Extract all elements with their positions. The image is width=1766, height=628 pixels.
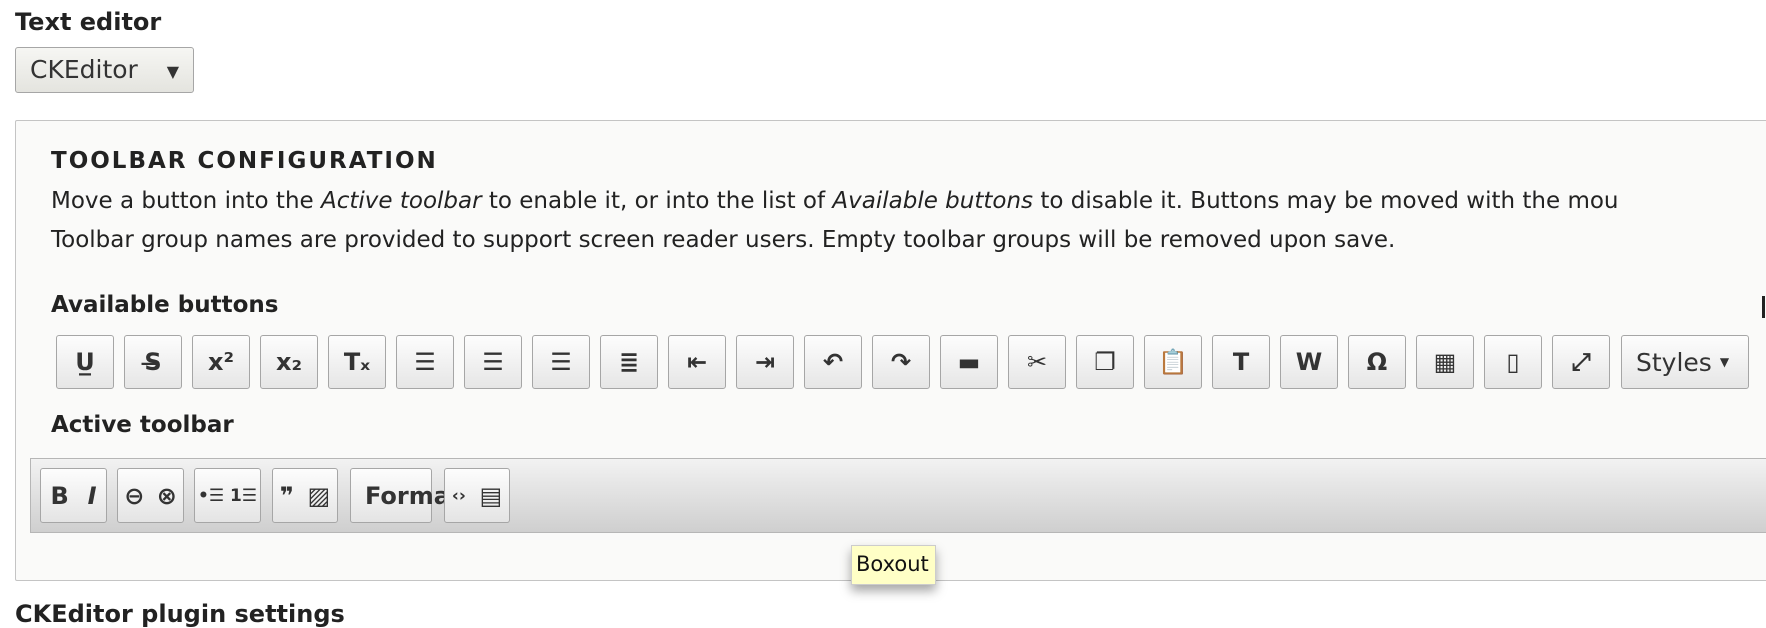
bulleted-list-icon[interactable]: •☰	[198, 486, 224, 506]
available-button-paste-word[interactable]: W	[1280, 335, 1338, 389]
available-button-strikethrough[interactable]: S̶	[124, 335, 182, 389]
styles-label: Styles	[1636, 347, 1712, 377]
undo-icon: ↶	[822, 348, 844, 376]
available-button-justify[interactable]: ≣	[600, 335, 658, 389]
horizontal-line-icon: ▬	[957, 348, 981, 376]
available-button-copy[interactable]: ❐	[1076, 335, 1134, 389]
align-left-icon: ☰	[414, 348, 436, 376]
copy-icon: ❐	[1094, 348, 1116, 376]
text-editor-label: Text editor	[15, 8, 162, 36]
available-button-redo[interactable]: ↷	[872, 335, 930, 389]
description-line-2: Toolbar group names are provided to supp…	[51, 227, 1396, 253]
caret-down-icon: ▼	[1719, 355, 1730, 369]
remove-format-icon: Tₓ	[343, 348, 371, 376]
superscript-icon: x²	[208, 348, 234, 376]
toolbar-group[interactable]: ⊖ ⊗	[117, 468, 184, 523]
boxout-icon[interactable]: ▤	[479, 482, 502, 510]
justify-icon: ≣	[618, 348, 640, 376]
link-icon[interactable]: ⊖	[124, 482, 144, 510]
dropdown-arrow-icon: ▼	[166, 62, 179, 81]
plugin-settings-heading: CKEditor plugin settings	[15, 600, 345, 628]
outdent-icon: ⇤	[686, 348, 708, 376]
indent-icon: ⇥	[754, 348, 776, 376]
available-button-table[interactable]: ▦	[1416, 335, 1474, 389]
text-editor-select[interactable]: CKEditor ▼	[15, 47, 194, 93]
available-button-horizontal-line[interactable]: ▬	[940, 335, 998, 389]
paste-icon: 📋	[1158, 348, 1188, 376]
section-heading: TOOLBAR CONFIGURATION	[51, 148, 438, 174]
toolbar-group[interactable]: BI	[40, 468, 107, 523]
image-icon[interactable]: ▨	[308, 482, 331, 510]
available-button-superscript[interactable]: x²	[192, 335, 250, 389]
cut-icon: ✂	[1026, 348, 1048, 376]
available-button-undo[interactable]: ↶	[804, 335, 862, 389]
source-icon[interactable]: ‹›	[452, 486, 466, 506]
paste-text-icon: T	[1232, 348, 1250, 376]
paste-word-icon: W	[1295, 348, 1323, 376]
available-button-indent[interactable]: ⇥	[736, 335, 794, 389]
maximize-icon: ⤢	[1571, 348, 1591, 376]
active-toolbar: BI⊖⊗•☰1☰❞▨Format▼‹›▤	[30, 458, 1766, 533]
drag-handle	[1762, 296, 1765, 318]
toolbar-group[interactable]: ❞ ▨	[272, 468, 338, 523]
align-right-icon: ☰	[550, 348, 572, 376]
available-button-cut[interactable]: ✂	[1008, 335, 1066, 389]
available-button-paste-text[interactable]: T	[1212, 335, 1270, 389]
strikethrough-icon: S̶	[144, 348, 162, 376]
special-character-icon: Ω	[1366, 348, 1388, 376]
available-button-paste[interactable]: 📋	[1144, 335, 1202, 389]
subscript-icon: x₂	[276, 348, 302, 376]
available-button-underline[interactable]: U̲	[56, 335, 114, 389]
format-dropdown-button[interactable]: Format▼	[350, 468, 479, 523]
available-button-remove-format[interactable]: Tₓ	[328, 335, 386, 389]
styles-dropdown-button[interactable]: Styles ▼	[1621, 335, 1749, 389]
available-button-align-right[interactable]: ☰	[532, 335, 590, 389]
redo-icon: ↷	[890, 348, 912, 376]
available-button-align-left[interactable]: ☰	[396, 335, 454, 389]
bold-icon[interactable]: B	[50, 482, 68, 510]
description-line-1: Move a button into the Active toolbar to…	[51, 188, 1619, 214]
table-icon: ▦	[1433, 348, 1457, 376]
available-button-maximize[interactable]: ⤢	[1552, 335, 1610, 389]
tooltip: Boxout	[851, 545, 936, 585]
select-value: CKEditor	[30, 55, 138, 84]
align-center-icon: ☰	[482, 348, 504, 376]
available-buttons-label: Available buttons	[51, 292, 279, 318]
available-button-special-character[interactable]: Ω	[1348, 335, 1406, 389]
toolbar-group[interactable]: ‹› ▤	[444, 468, 510, 523]
numbered-list-icon[interactable]: 1☰	[230, 486, 257, 506]
available-button-show-blocks[interactable]: ▯	[1484, 335, 1542, 389]
unlink-icon[interactable]: ⊗	[157, 482, 177, 510]
blockquote-icon[interactable]: ❞	[280, 482, 294, 510]
italic-icon[interactable]: I	[88, 482, 97, 510]
available-button-align-center[interactable]: ☰	[464, 335, 522, 389]
active-toolbar-label: Active toolbar	[51, 412, 234, 438]
show-blocks-icon: ▯	[1506, 348, 1520, 376]
toolbar-group[interactable]: •☰ 1☰	[194, 468, 261, 523]
available-button-subscript[interactable]: x₂	[260, 335, 318, 389]
available-button-outdent[interactable]: ⇤	[668, 335, 726, 389]
underline-icon: U̲	[75, 348, 95, 376]
